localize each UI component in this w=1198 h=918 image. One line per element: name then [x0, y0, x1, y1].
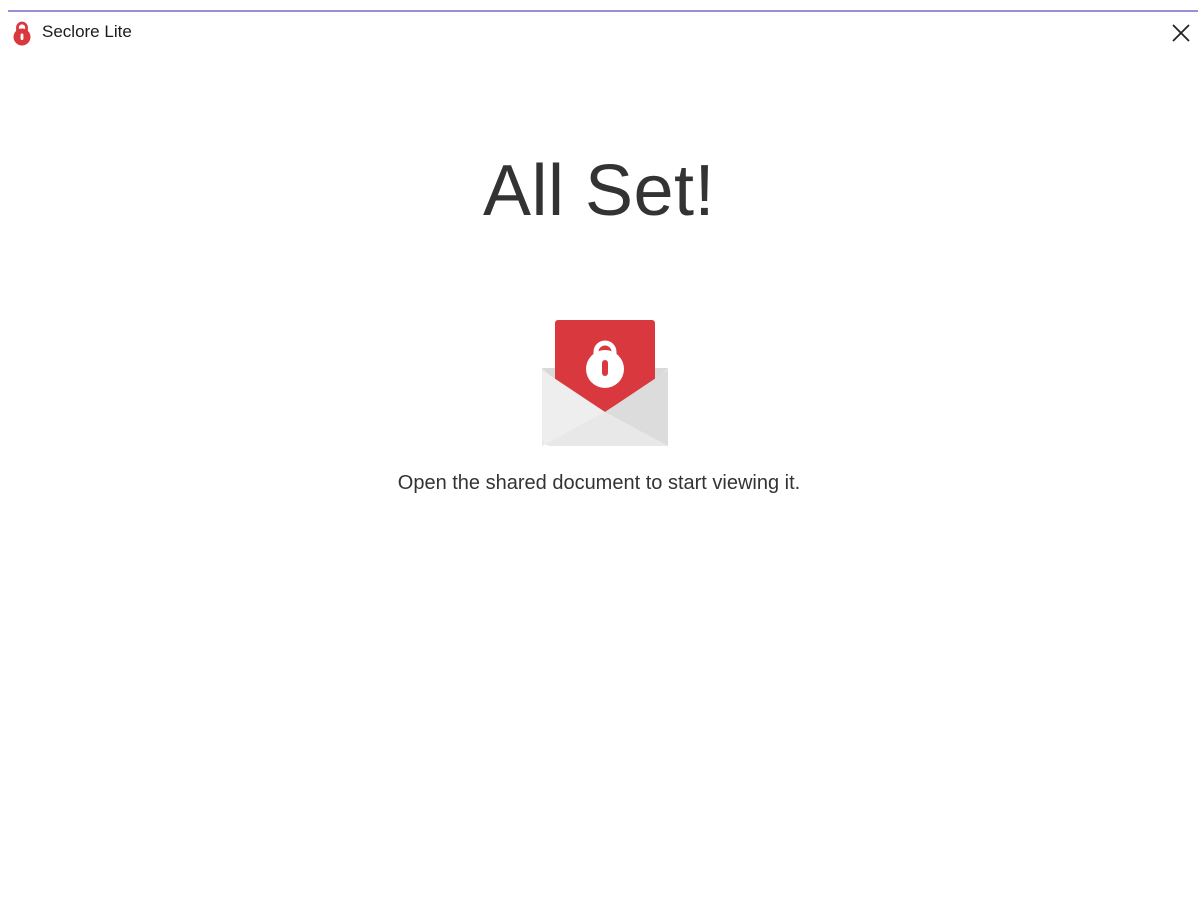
- app-title: Seclore Lite: [42, 22, 132, 41]
- app-window: Seclore Lite All Set! Open the shared do…: [0, 0, 1198, 918]
- title-bar: Seclore Lite: [8, 12, 1198, 52]
- page-title: All Set!: [482, 151, 716, 231]
- close-icon[interactable]: [1168, 20, 1194, 46]
- close-button[interactable]: [1168, 20, 1194, 46]
- padlock-icon: [12, 20, 32, 46]
- instruction-text: Open the shared document to start viewin…: [397, 472, 801, 494]
- envelope-lock-icon: [540, 320, 670, 448]
